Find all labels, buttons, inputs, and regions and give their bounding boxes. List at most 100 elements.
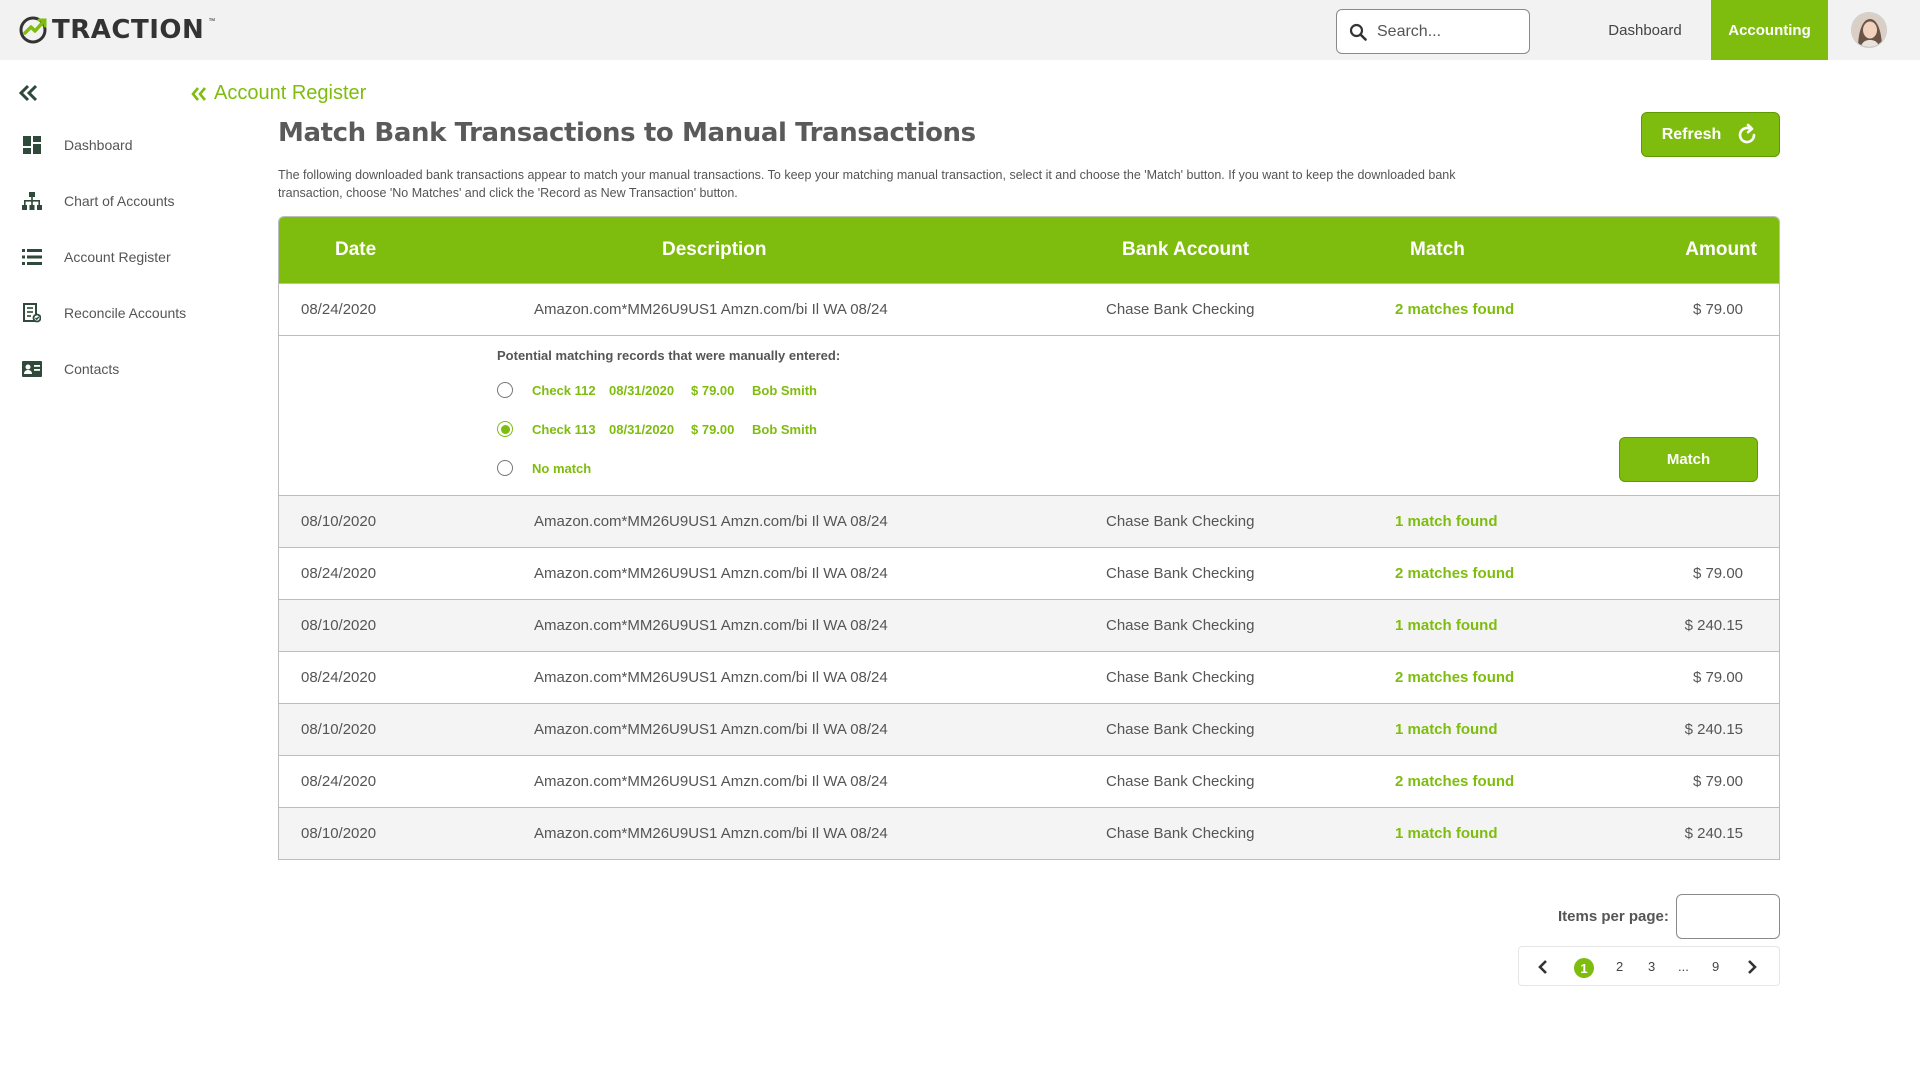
refresh-label: Refresh xyxy=(1661,125,1722,143)
cell-description: Amazon.com*MM26U9US1 Amzn.com/bi Il WA 0… xyxy=(534,721,888,738)
table-row[interactable]: 08/10/2020 Amazon.com*MM26U9US1 Amzn.com… xyxy=(279,807,1779,859)
breadcrumb-label: Account Register xyxy=(214,82,367,104)
cell-description: Amazon.com*MM26U9US1 Amzn.com/bi Il WA 0… xyxy=(534,825,888,842)
breadcrumb-back-link[interactable]: Account Register xyxy=(190,82,366,105)
header-date[interactable]: Date xyxy=(335,239,376,261)
match-option-check-112[interactable]: Check 112 08/31/2020 $ 79.00 Bob Smith xyxy=(497,381,817,399)
cell-amount: $ 240.15 xyxy=(1684,825,1743,842)
logo-mark-icon xyxy=(19,16,47,44)
table-row[interactable]: 08/24/2020 Amazon.com*MM26U9US1 Amzn.com… xyxy=(279,547,1779,599)
items-per-page-select[interactable] xyxy=(1676,894,1780,939)
intro-line: transaction, choose 'No Matches' and cli… xyxy=(278,186,738,200)
pagination: 1 2 3 ... 9 xyxy=(1518,946,1780,986)
cell-match-link[interactable]: 2 matches found xyxy=(1395,301,1514,318)
sidebar-collapse-button[interactable] xyxy=(18,84,40,102)
page-link[interactable]: 9 xyxy=(1712,959,1719,974)
option-check: No match xyxy=(532,460,592,476)
option-check: Check 113 xyxy=(532,421,596,437)
sidebar-item-label: Chart of Accounts xyxy=(64,193,175,209)
cell-bank-account: Chase Bank Checking xyxy=(1106,617,1255,634)
match-button[interactable]: Match xyxy=(1619,437,1758,482)
user-avatar[interactable] xyxy=(1851,12,1887,48)
table-row[interactable]: 08/10/2020 Amazon.com*MM26U9US1 Amzn.com… xyxy=(279,495,1779,547)
cell-bank-account: Chase Bank Checking xyxy=(1106,513,1255,530)
avatar-portrait-icon xyxy=(1852,13,1886,47)
cell-amount: $ 79.00 xyxy=(1692,669,1743,686)
match-option-no-match[interactable]: No match xyxy=(497,459,591,477)
cell-description: Amazon.com*MM26U9US1 Amzn.com/bi Il WA 0… xyxy=(534,669,888,686)
reconcile-icon xyxy=(22,303,42,323)
sidebar-item-label: Reconcile Accounts xyxy=(64,305,187,321)
chevron-left-icon[interactable] xyxy=(1537,959,1549,975)
sidebar-item-contacts[interactable]: Contacts xyxy=(22,357,119,381)
radio-button[interactable] xyxy=(497,382,513,398)
cell-match-link[interactable]: 1 match found xyxy=(1395,825,1498,842)
cell-description: Amazon.com*MM26U9US1 Amzn.com/bi Il WA 0… xyxy=(534,513,888,530)
option-name: Bob Smith xyxy=(752,382,817,398)
cell-match-link[interactable]: 2 matches found xyxy=(1395,773,1514,790)
items-per-page-label: Items per page: xyxy=(1558,908,1669,925)
header-description[interactable]: Description xyxy=(662,239,767,261)
cell-description: Amazon.com*MM26U9US1 Amzn.com/bi Il WA 0… xyxy=(534,617,888,634)
cell-amount: $ 240.15 xyxy=(1684,721,1743,738)
cell-match-link[interactable]: 2 matches found xyxy=(1395,565,1514,582)
transactions-table: Date Description Bank Account Match Amou… xyxy=(278,216,1780,860)
option-amount: $ 79.00 xyxy=(691,421,735,437)
cell-date: 08/10/2020 xyxy=(301,825,377,842)
search-icon xyxy=(1349,23,1367,41)
table-row[interactable]: 08/10/2020 Amazon.com*MM26U9US1 Amzn.com… xyxy=(279,599,1779,651)
radio-button[interactable] xyxy=(497,460,513,476)
table-row[interactable]: 08/24/2020 Amazon.com*MM26U9US1 Amzn.com… xyxy=(279,651,1779,703)
cell-match-link[interactable]: 2 matches found xyxy=(1395,669,1514,686)
page-link[interactable]: 3 xyxy=(1648,959,1655,974)
cell-bank-account: Chase Bank Checking xyxy=(1106,773,1255,790)
table-row[interactable]: 08/24/2020 Amazon.com*MM26U9US1 Amzn.com… xyxy=(279,283,1779,335)
option-check: Check 112 xyxy=(532,382,596,398)
cell-date: 08/24/2020 xyxy=(301,773,377,790)
traction-logo[interactable]: TRACTION ™ xyxy=(18,14,215,46)
sidebar-item-chart-of-accounts[interactable]: Chart of Accounts xyxy=(22,189,175,213)
sidebar-item-reconcile-accounts[interactable]: Reconcile Accounts xyxy=(22,301,186,325)
header-amount[interactable]: Amount xyxy=(1685,239,1757,261)
table-header: Date Description Bank Account Match Amou… xyxy=(279,217,1779,283)
option-name: Bob Smith xyxy=(752,421,817,437)
cell-description: Amazon.com*MM26U9US1 Amzn.com/bi Il WA 0… xyxy=(534,773,888,790)
cell-amount: $ 79.00 xyxy=(1692,773,1743,790)
cell-match-link[interactable]: 1 match found xyxy=(1395,721,1498,738)
cell-description: Amazon.com*MM26U9US1 Amzn.com/bi Il WA 0… xyxy=(534,565,888,582)
header-bank-account[interactable]: Bank Account xyxy=(1122,239,1249,261)
cell-bank-account: Chase Bank Checking xyxy=(1106,669,1255,686)
cell-date: 08/10/2020 xyxy=(301,721,377,738)
table-row[interactable]: 08/10/2020 Amazon.com*MM26U9US1 Amzn.com… xyxy=(279,703,1779,755)
sidebar-item-account-register[interactable]: Account Register xyxy=(22,245,171,269)
dashboard-icon xyxy=(22,135,42,155)
sidebar-item-label: Dashboard xyxy=(64,137,133,153)
cell-date: 08/24/2020 xyxy=(301,565,377,582)
cell-match-link[interactable]: 1 match found xyxy=(1395,513,1498,530)
table-row[interactable]: 08/24/2020 Amazon.com*MM26U9US1 Amzn.com… xyxy=(279,755,1779,807)
refresh-button[interactable]: Refresh xyxy=(1641,112,1780,157)
header-match[interactable]: Match xyxy=(1410,239,1465,261)
cell-amount: $ 240.15 xyxy=(1684,617,1743,634)
option-date: 08/31/2020 xyxy=(609,382,675,398)
refresh-icon xyxy=(1739,123,1756,143)
option-date: 08/31/2020 xyxy=(609,421,675,437)
match-option-check-113[interactable]: Check 113 08/31/2020 $ 79.00 Bob Smith xyxy=(497,420,817,438)
cell-match-link[interactable]: 1 match found xyxy=(1395,617,1498,634)
search-input[interactable] xyxy=(1377,22,1517,41)
nav-accounting[interactable]: Accounting xyxy=(1711,0,1828,60)
cell-description: Amazon.com*MM26U9US1 Amzn.com/bi Il WA 0… xyxy=(534,301,888,318)
cell-bank-account: Chase Bank Checking xyxy=(1106,825,1255,842)
cell-bank-account: Chase Bank Checking xyxy=(1106,721,1255,738)
cell-date: 08/10/2020 xyxy=(301,617,377,634)
page-link[interactable]: 2 xyxy=(1616,959,1623,974)
intro-text: The following downloaded bank transactio… xyxy=(278,166,1558,202)
page-current[interactable]: 1 xyxy=(1574,958,1594,978)
search-box[interactable] xyxy=(1336,9,1530,54)
nav-dashboard[interactable]: Dashboard xyxy=(1582,0,1708,60)
hierarchy-icon xyxy=(22,191,42,211)
sidebar-item-dashboard[interactable]: Dashboard xyxy=(22,133,133,157)
radio-button-selected[interactable] xyxy=(497,421,513,437)
chevron-right-icon[interactable] xyxy=(1746,959,1758,975)
list-icon xyxy=(22,247,42,267)
